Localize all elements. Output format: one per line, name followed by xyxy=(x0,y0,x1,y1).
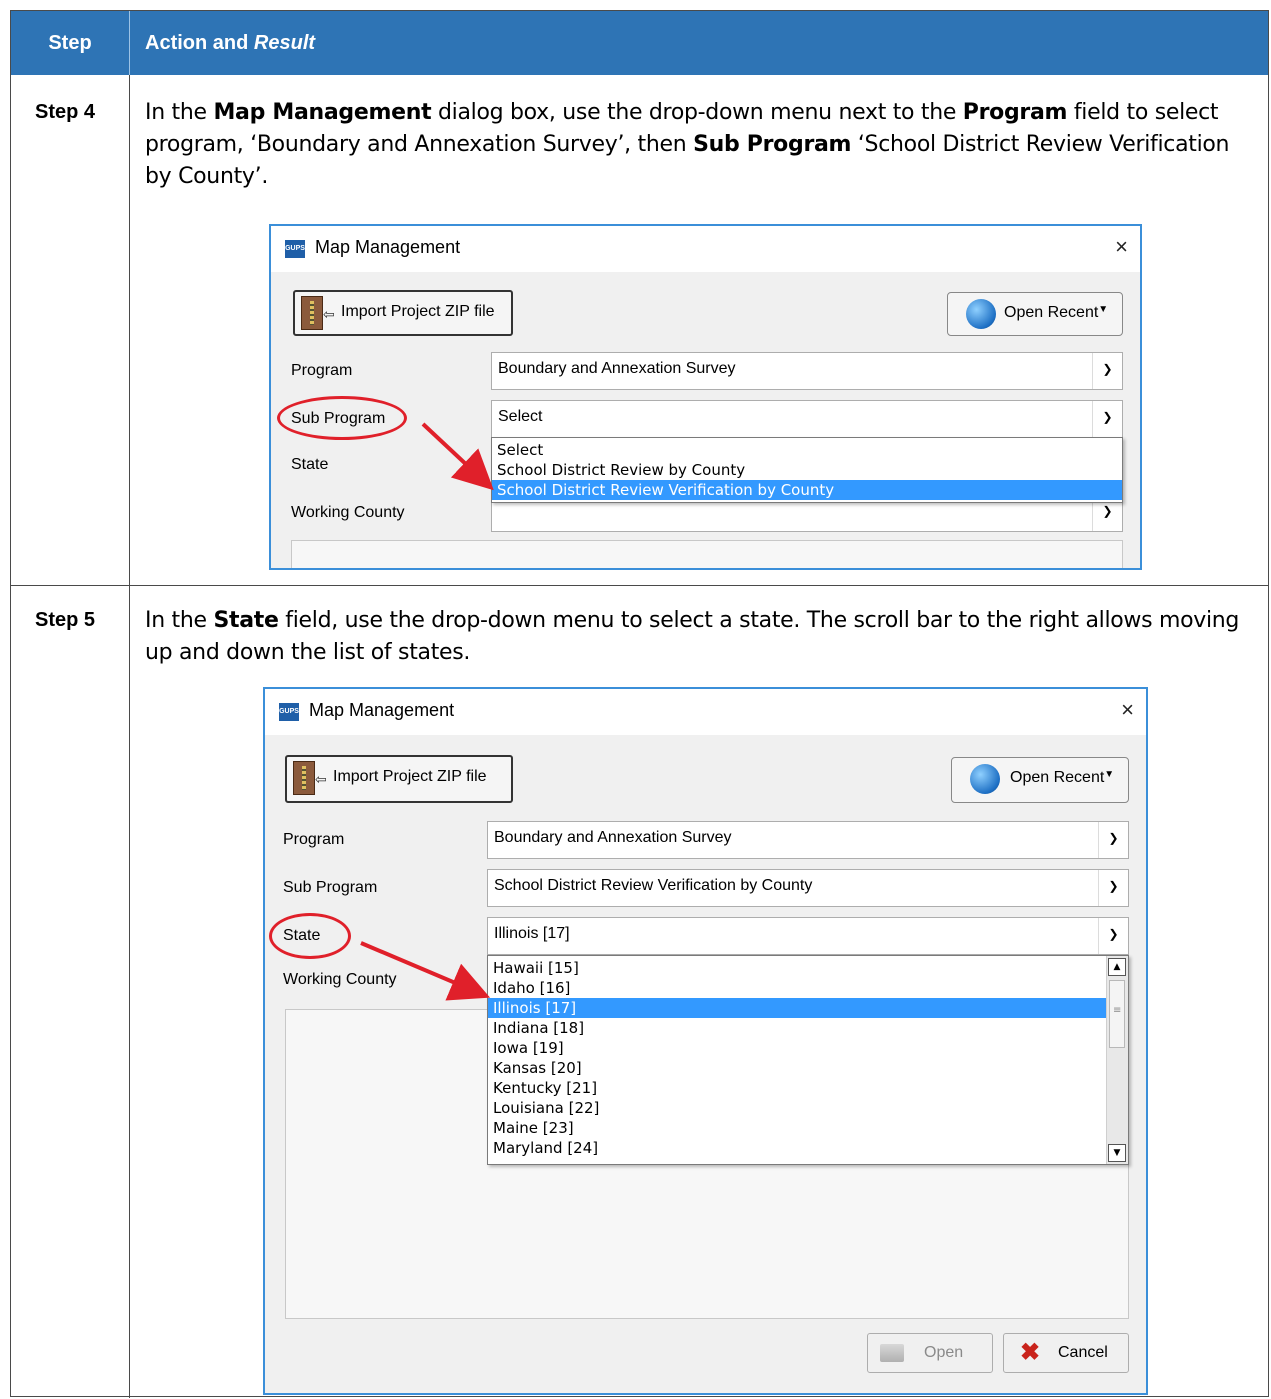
cancel-button[interactable]: ✖ Cancel xyxy=(1003,1333,1129,1373)
map-management-dialog-step5: GUPS Map Management × ⇦ Import Project Z… xyxy=(263,687,1148,1395)
folder-icon xyxy=(880,1344,904,1362)
map-management-dialog-step4: GUPS Map Management × ⇦ Import Project Z… xyxy=(269,224,1142,570)
header-step: Step xyxy=(11,11,130,75)
step-4-instructions: In the Map Management dialog box, use th… xyxy=(145,100,1230,189)
row-divider xyxy=(11,585,1268,586)
column-divider xyxy=(129,75,130,1398)
table-header: Step Action and Result xyxy=(11,11,1268,75)
cancel-x-icon: ✖ xyxy=(1020,1339,1041,1366)
header-action: Action and Result xyxy=(145,32,316,54)
open-button[interactable]: Open xyxy=(867,1333,993,1373)
step-5-instructions: In the State field, use the drop-down me… xyxy=(145,608,1240,665)
header-result: Result xyxy=(253,32,316,54)
red-arrow-pointer xyxy=(421,422,494,491)
instruction-table: Step Action and Result Step 4 In the Map… xyxy=(10,10,1269,1398)
red-arrow-pointer xyxy=(360,941,491,1001)
step-4-label: Step 4 xyxy=(35,101,96,123)
step-5-label: Step 5 xyxy=(35,609,96,631)
